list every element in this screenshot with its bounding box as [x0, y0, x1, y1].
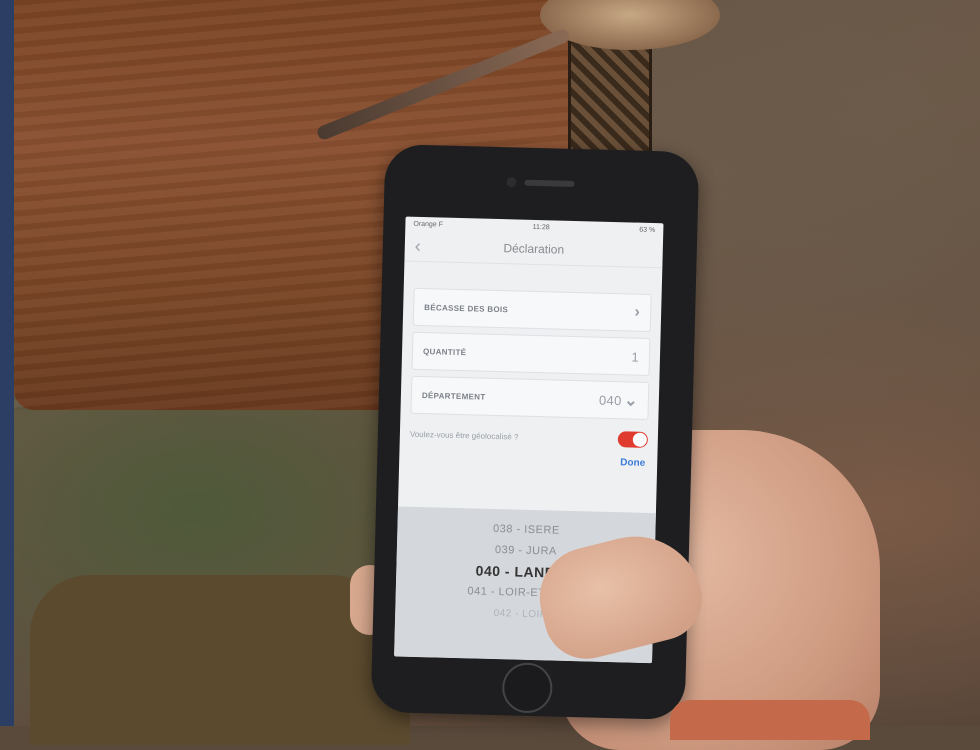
geolocation-row: Voulez-vous être géolocalisé ?	[409, 426, 649, 448]
left-edge-strip	[0, 0, 14, 726]
species-label: BÉCASSE DES BOIS	[424, 302, 509, 314]
home-button[interactable]	[501, 662, 553, 714]
clock: 11:28	[532, 223, 550, 231]
department-field[interactable]: DÉPARTEMENT 040 ⌄	[410, 375, 650, 420]
department-value: 040	[598, 392, 622, 409]
done-button[interactable]: Done	[620, 457, 645, 469]
department-label: DÉPARTEMENT	[421, 390, 486, 402]
photo-scene: Orange F 11:28 63 % ‹ Déclaration BÉCASS…	[0, 0, 980, 750]
geolocation-question: Voulez-vous être géolocalisé ?	[409, 429, 519, 442]
geolocation-toggle[interactable]	[617, 431, 649, 448]
rifle-sling	[568, 40, 652, 166]
chevron-down-icon: ⌄	[623, 392, 639, 410]
screen-title: Déclaration	[503, 241, 565, 257]
orange-sleeve	[670, 700, 870, 740]
department-value-group: 040 ⌄	[599, 390, 638, 411]
back-chevron-icon[interactable]: ‹	[415, 236, 422, 257]
quantity-field[interactable]: QUANTITÉ 1	[411, 331, 651, 376]
quantity-label: QUANTITÉ	[422, 346, 467, 357]
earpiece-speaker	[524, 179, 575, 187]
quantity-value: 1	[631, 349, 640, 365]
species-field[interactable]: BÉCASSE DES BOIS ›	[412, 287, 652, 332]
picker-toolbar: Done	[399, 447, 657, 473]
front-camera	[506, 177, 517, 188]
battery-level: 63 %	[639, 226, 656, 234]
chevron-right-icon: ›	[634, 303, 641, 321]
carrier-label: Orange F	[413, 220, 444, 229]
